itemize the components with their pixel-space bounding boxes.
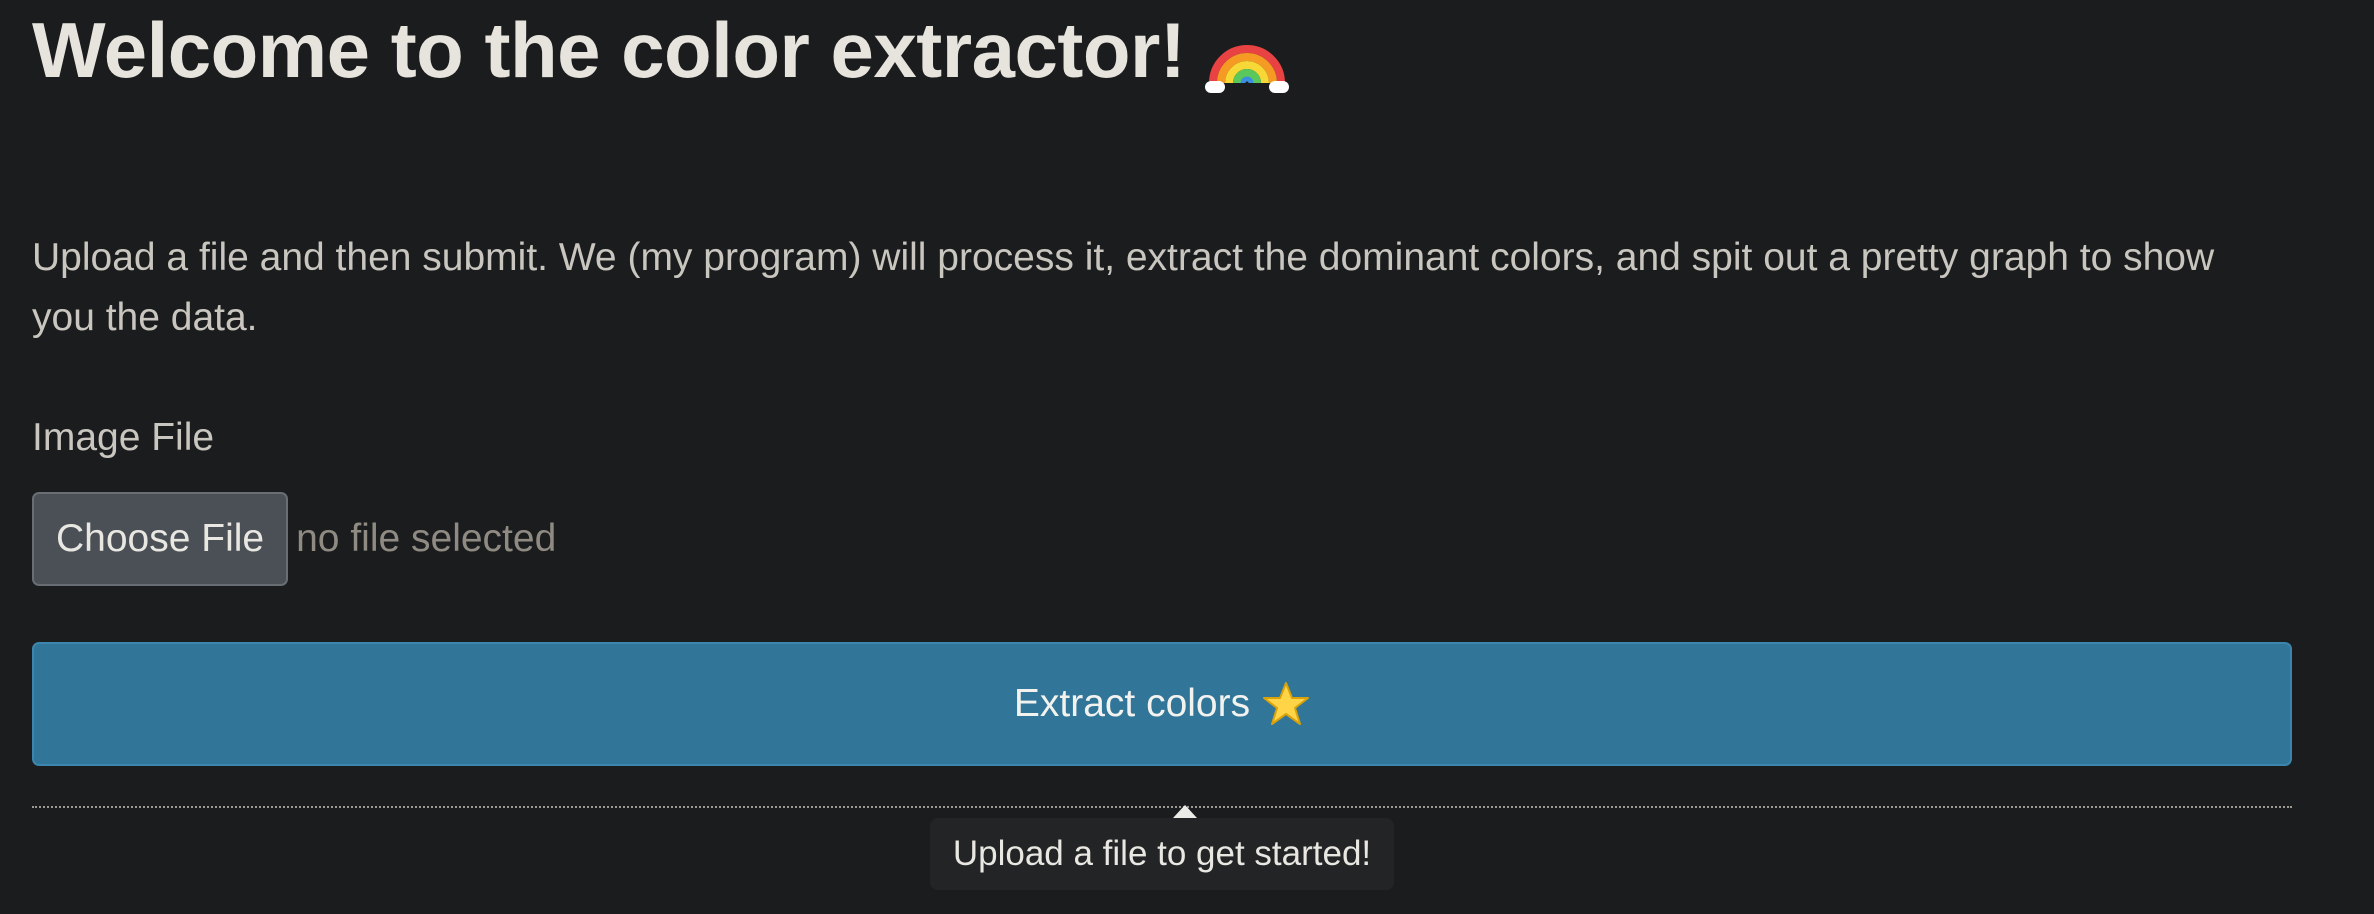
rainbow-icon bbox=[1205, 9, 1290, 93]
tooltip-arrow bbox=[1173, 805, 1197, 818]
extract-colors-label: Extract colors bbox=[1013, 682, 1251, 725]
image-file-label: Image File bbox=[32, 416, 215, 459]
divider bbox=[32, 806, 2292, 808]
extract-colors-button[interactable]: Extract colors bbox=[32, 642, 2292, 766]
upload-tooltip: Upload a file to get started! bbox=[930, 818, 1394, 890]
page-title: Welcome to the color extractor! bbox=[32, 6, 1186, 94]
file-input[interactable]: Choose File no file selected bbox=[32, 492, 556, 586]
intro-text: Upload a file and then submit. We (my pr… bbox=[32, 236, 2215, 339]
choose-file-button[interactable]: Choose File bbox=[32, 492, 289, 586]
file-status: no file selected bbox=[296, 517, 557, 560]
title-row: Welcome to the color extractor! bbox=[32, 0, 1290, 100]
star-icon bbox=[1262, 680, 1310, 728]
